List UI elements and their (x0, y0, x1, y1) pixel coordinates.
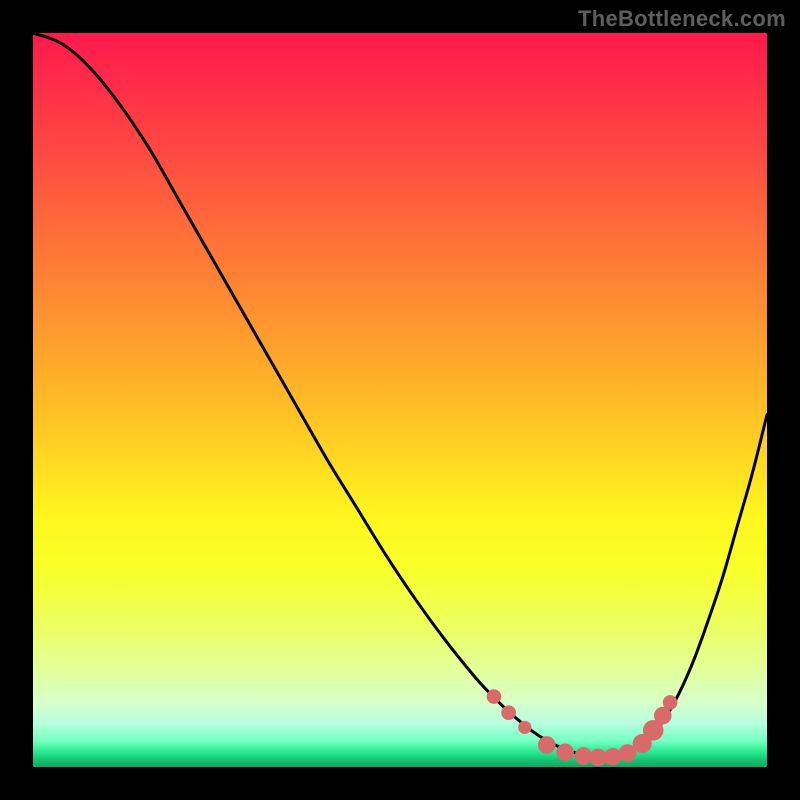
bottleneck-curve (33, 33, 767, 758)
watermark-text: TheBottleneck.com (578, 6, 786, 32)
marker-4 (538, 736, 556, 754)
marker-3 (518, 721, 531, 734)
marker-8 (604, 748, 622, 766)
marker-2 (501, 705, 516, 720)
curve-svg (0, 0, 800, 800)
marker-13 (663, 695, 678, 710)
marker-1 (487, 689, 502, 704)
data-curve (33, 33, 767, 758)
marker-5 (556, 744, 574, 762)
chart-container: TheBottleneck.com (0, 0, 800, 800)
marker-group (487, 689, 678, 766)
